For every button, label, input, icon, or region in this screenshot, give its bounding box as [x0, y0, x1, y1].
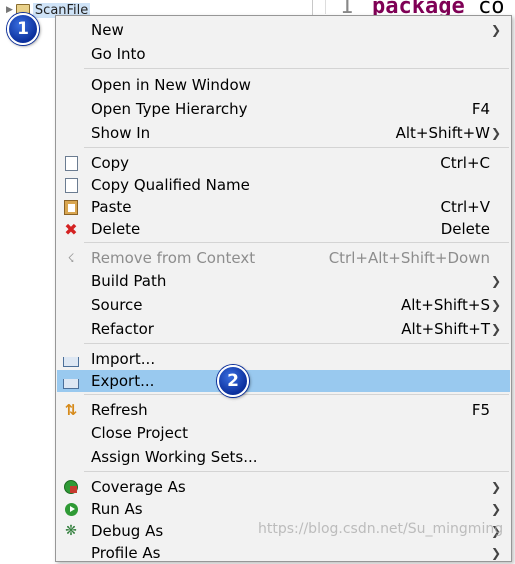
menu-item-export[interactable]: Export...: [57, 370, 510, 392]
refresh-icon: ⇅: [64, 401, 78, 419]
menu-item-copy[interactable]: Copy Ctrl+C: [57, 152, 510, 174]
copy-qualified-icon: [63, 174, 80, 193]
menu-item-delete[interactable]: ✖ Delete Delete: [57, 218, 510, 240]
submenu-arrow-icon: ❯: [490, 480, 501, 494]
remove-from-context-icon: ☇: [67, 251, 75, 265]
menu-item-shortcut: Alt+Shift+W: [395, 124, 490, 142]
menu-item-shortcut: Delete: [440, 220, 490, 238]
menu-item-label: Run As: [91, 500, 143, 518]
menu-item-coverage-as[interactable]: Coverage As ❯: [57, 476, 510, 498]
menu-item-label: Remove from Context: [91, 249, 256, 267]
menu-separator: [84, 394, 509, 395]
menu-item-label: Refresh: [91, 401, 148, 419]
menu-item-shortcut: Alt+Shift+T: [401, 320, 490, 338]
menu-item-assign-working-sets[interactable]: Assign Working Sets...: [57, 446, 510, 468]
menu-item-label: Assign Working Sets...: [91, 448, 258, 466]
menu-item-close-project[interactable]: Close Project: [57, 422, 510, 444]
step-badge-one: 1: [7, 13, 39, 45]
step-badge-two: 2: [217, 365, 249, 397]
menu-item-new[interactable]: New ❯: [57, 19, 510, 41]
menu-item-refactor[interactable]: Refactor Alt+Shift+T ❯: [57, 318, 510, 340]
menu-item-label: Show In: [91, 124, 151, 142]
menu-item-build-path[interactable]: Build Path ❯: [57, 270, 510, 292]
menu-item-shortcut: Ctrl+V: [440, 198, 490, 216]
menu-item-shortcut: Ctrl+Alt+Shift+Down: [328, 249, 490, 267]
menu-item-label: Source: [91, 296, 143, 314]
menu-item-shortcut: F5: [471, 401, 490, 419]
menu-item-paste[interactable]: Paste Ctrl+V: [57, 196, 510, 218]
coverage-icon: [63, 479, 79, 495]
menu-item-label: Paste: [91, 198, 132, 216]
menu-item-label: Refactor: [91, 320, 154, 338]
menu-item-refresh[interactable]: ⇅ Refresh F5: [57, 399, 510, 421]
menu-item-remove-from-context: ☇ Remove from Context Ctrl+Alt+Shift+Dow…: [57, 247, 510, 269]
menu-item-label: Debug As: [91, 522, 164, 540]
submenu-arrow-icon: ❯: [490, 502, 501, 516]
debug-bug-icon: ❋: [65, 523, 77, 539]
copy-icon: [63, 152, 80, 171]
menu-separator: [84, 343, 509, 344]
context-menu: New ❯ Go Into Open in New Window Open Ty…: [55, 15, 512, 562]
menu-item-label: Open Type Hierarchy: [91, 100, 248, 118]
menu-item-source[interactable]: Source Alt+Shift+S ❯: [57, 294, 510, 316]
menu-item-label: Export...: [91, 372, 155, 390]
submenu-arrow-icon: ❯: [490, 298, 501, 312]
menu-item-shortcut: F4: [471, 100, 490, 118]
menu-item-label: Delete: [91, 220, 141, 238]
menu-item-label: Build Path: [91, 272, 167, 290]
submenu-arrow-icon: ❯: [490, 274, 501, 288]
export-icon: [63, 373, 79, 389]
submenu-arrow-icon: ❯: [490, 23, 501, 37]
menu-item-label: Import...: [91, 350, 156, 368]
menu-item-label: Copy: [91, 154, 130, 172]
menu-item-shortcut: Ctrl+C: [440, 154, 490, 172]
menu-separator: [84, 242, 509, 243]
menu-item-label: Profile As: [91, 544, 161, 562]
menu-item-copy-qualified-name[interactable]: Copy Qualified Name: [57, 174, 510, 196]
menu-item-label: New: [91, 21, 124, 39]
expand-arrow-icon[interactable]: ▶: [6, 5, 13, 15]
delete-icon: ✖: [64, 219, 78, 239]
submenu-arrow-icon: ❯: [490, 546, 501, 560]
menu-item-shortcut: Alt+Shift+S: [400, 296, 490, 314]
menu-item-open-in-new-window[interactable]: Open in New Window: [57, 74, 510, 96]
menu-item-label: Go Into: [91, 45, 146, 63]
watermark-text: https://blog.csdn.net/Su_mingming: [258, 521, 504, 537]
import-icon: [63, 351, 79, 367]
menu-item-show-in[interactable]: Show In Alt+Shift+W ❯: [57, 122, 510, 144]
submenu-arrow-icon: ❯: [490, 322, 501, 336]
menu-item-label: Open in New Window: [91, 76, 251, 94]
paste-icon: [63, 199, 79, 215]
menu-separator: [84, 147, 509, 148]
menu-separator: [84, 471, 509, 472]
menu-item-label: Coverage As: [91, 478, 186, 496]
menu-item-open-type-hierarchy[interactable]: Open Type Hierarchy F4: [57, 98, 510, 120]
menu-item-label: Copy Qualified Name: [91, 176, 250, 194]
menu-item-label: Close Project: [91, 424, 188, 442]
menu-item-profile-as[interactable]: Profile As ❯: [57, 542, 510, 564]
editor-divider: [325, 0, 326, 14]
run-icon: [63, 501, 79, 517]
submenu-arrow-icon: ❯: [490, 126, 501, 140]
menu-item-go-into[interactable]: Go Into: [57, 43, 510, 65]
menu-item-import[interactable]: Import...: [57, 348, 510, 370]
menu-separator: [84, 68, 509, 69]
menu-item-run-as[interactable]: Run As ❯: [57, 498, 510, 520]
